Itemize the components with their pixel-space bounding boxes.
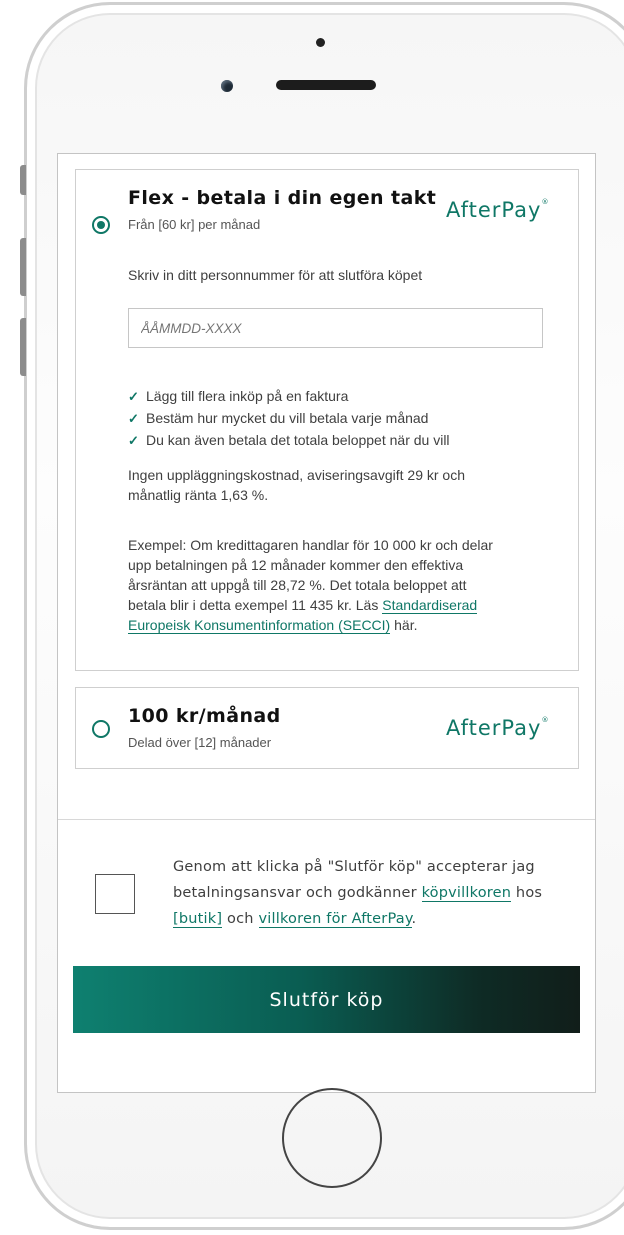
- option-title: 100 kr/månad: [128, 705, 281, 727]
- payment-option-monthly[interactable]: 100 kr/månad Delad över [12] månader Aft…: [75, 687, 579, 769]
- terms-checkbox[interactable]: [95, 874, 135, 914]
- phone-camera: [221, 80, 233, 92]
- option-subtitle: Från [60 kr] per månad: [128, 217, 261, 232]
- list-item: ✓ Bestäm hur mycket du vill betala varje …: [128, 407, 450, 429]
- credit-example: Exempel: Om kredittagaren handlar för 10…: [128, 537, 493, 634]
- option-subtitle: Delad över [12] månader: [128, 735, 272, 750]
- phone-volume-down: [20, 318, 26, 376]
- afterpay-logo: AfterPay®: [446, 716, 550, 740]
- benefits-list: ✓ Lägg till flera inköp på en faktura ✓ Be…: [128, 385, 450, 451]
- complete-purchase-button[interactable]: Slutför köp: [73, 966, 580, 1033]
- afterpay-logo: AfterPay®: [446, 198, 550, 222]
- section-divider: [58, 819, 595, 820]
- checkmark-icon: ✓: [128, 433, 139, 448]
- afterpay-terms-link[interactable]: villkoren för AfterPay: [258, 911, 412, 928]
- purchase-terms-link[interactable]: köpvillkoren: [421, 885, 512, 902]
- radio-monthly[interactable]: [92, 720, 110, 738]
- checkmark-icon: ✓: [128, 389, 139, 404]
- terms-consent-text: Genom att klicka på "Slutför köp" accept…: [173, 859, 543, 928]
- personnummer-input[interactable]: [128, 308, 543, 348]
- option-title: Flex - betala i din egen takt: [128, 187, 437, 209]
- shop-link[interactable]: [butik]: [173, 911, 223, 928]
- list-item: ✓ Lägg till flera inköp på en faktura: [128, 385, 450, 407]
- phone-sensor: [316, 38, 325, 47]
- checkout-screen: Flex - betala i din egen takt Från [60 k…: [57, 153, 596, 1093]
- radio-flex[interactable]: [92, 216, 110, 234]
- phone-home-button[interactable]: [282, 1088, 382, 1188]
- phone-mute-switch: [20, 165, 26, 195]
- phone-speaker: [276, 80, 376, 90]
- checkmark-icon: ✓: [128, 411, 139, 426]
- fee-info: Ingen uppläggningskostnad, aviseringsavg…: [128, 467, 465, 503]
- secci-link[interactable]: Standardiserad: [382, 597, 478, 614]
- payment-option-flex[interactable]: Flex - betala i din egen takt Från [60 k…: [75, 169, 579, 671]
- phone-volume-up: [20, 238, 26, 296]
- list-item: ✓ Du kan även betala det totala beloppet …: [128, 429, 450, 451]
- secci-link-continued[interactable]: Europeisk Konsumentinformation (SECCI): [128, 617, 391, 634]
- personnummer-prompt: Skriv in ditt personnummer för att slutf…: [128, 267, 423, 283]
